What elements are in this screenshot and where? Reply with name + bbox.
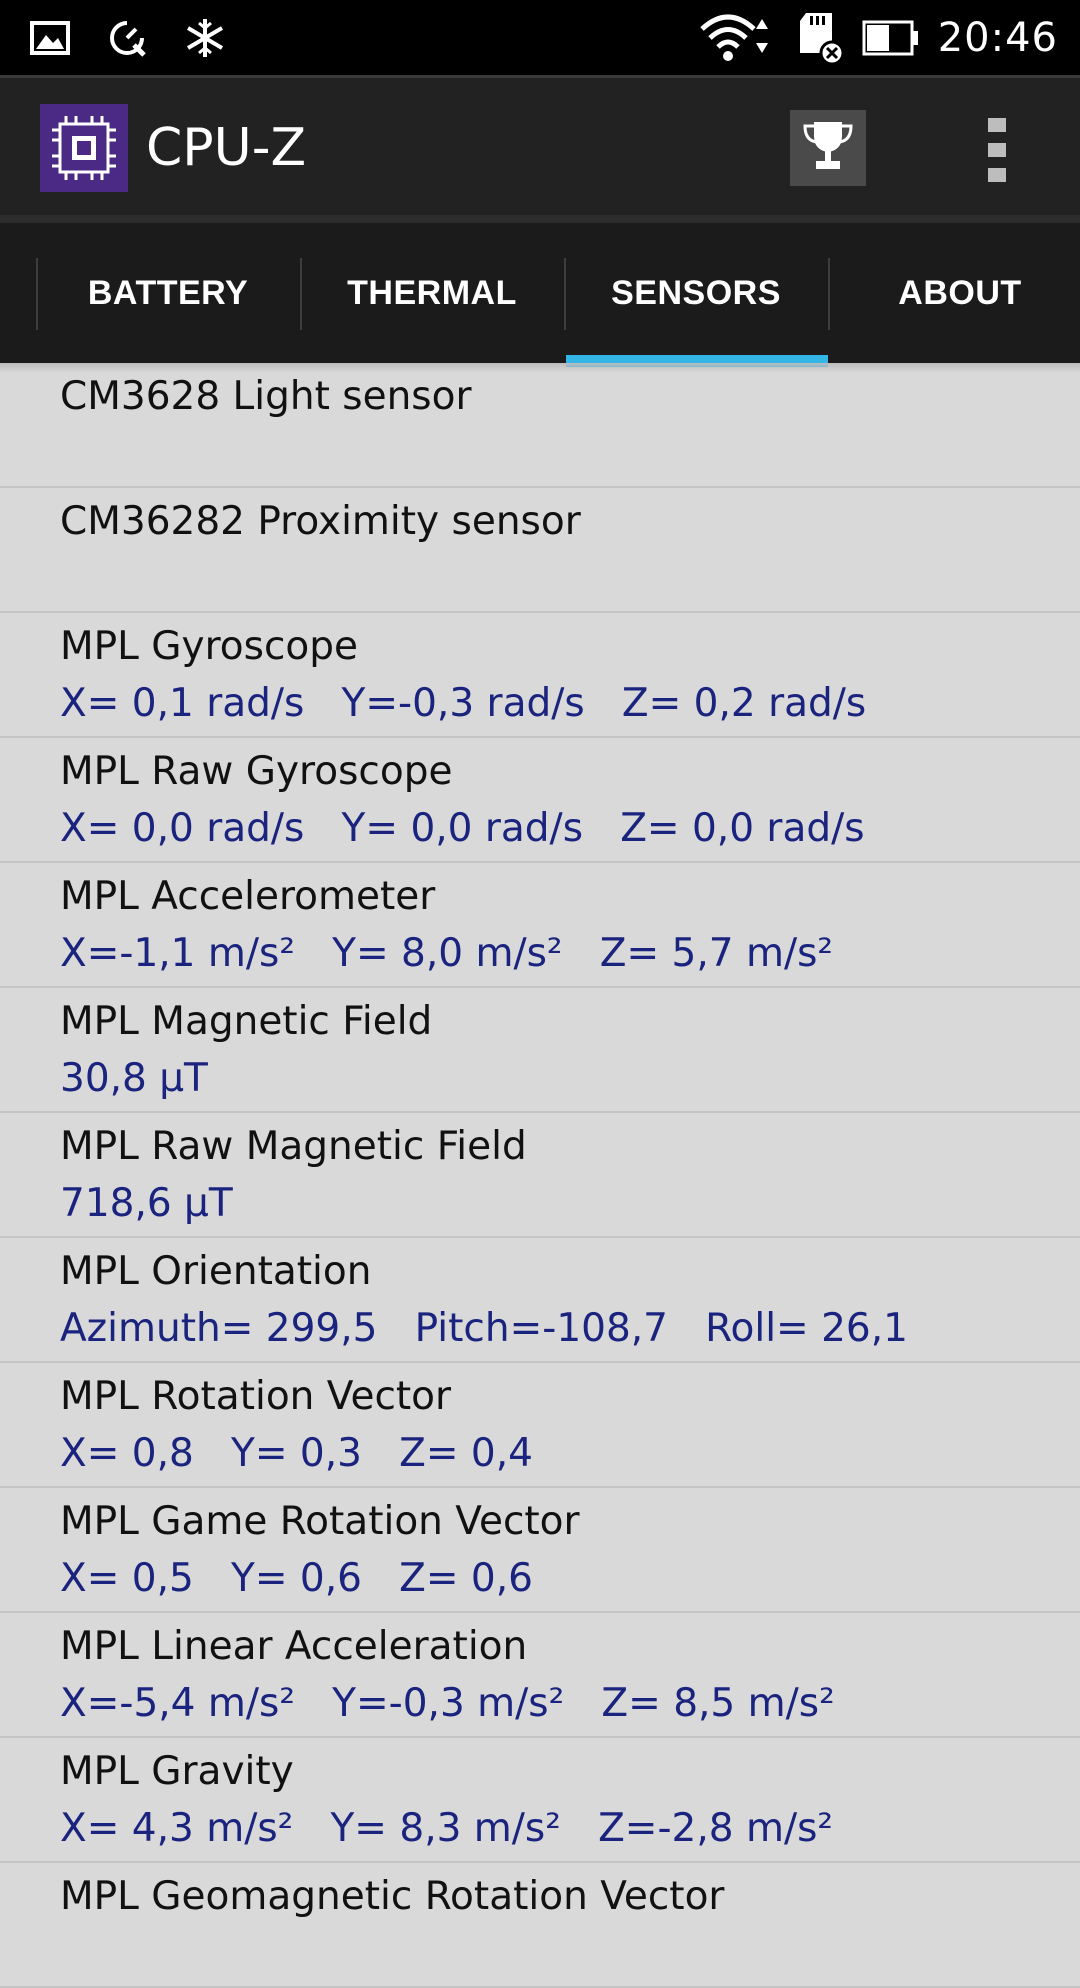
sensor-value: X= 0,8 Y= 0,3 Z= 0,4: [60, 1431, 533, 1476]
sensor-name: CM36282 Proximity sensor: [60, 499, 581, 544]
tab-thermal[interactable]: THERMAL: [300, 223, 564, 363]
sensor-name: MPL Linear Acceleration: [60, 1624, 528, 1669]
sensor-value: Azimuth= 299,5 Pitch=-108,7 Roll= 26,1: [60, 1306, 908, 1351]
tab-sensors[interactable]: SENSORS: [564, 223, 828, 363]
list-item: MPL Raw Gyroscope X= 0,0 rad/s Y= 0,0 ra…: [0, 738, 1080, 863]
snowflake-icon: [184, 17, 226, 59]
sensor-name: MPL Magnetic Field: [60, 999, 433, 1044]
speed-wrench-icon: [106, 17, 148, 59]
sensor-value: X= 0,0 rad/s Y= 0,0 rad/s Z= 0,0 rad/s: [60, 806, 865, 851]
list-item: MPL Gyroscope X= 0,1 rad/s Y=-0,3 rad/s …: [0, 613, 1080, 738]
sensor-name: MPL Raw Gyroscope: [60, 749, 453, 794]
sensor-value: 718,6 µT: [60, 1181, 233, 1226]
notification-icons: [30, 12, 226, 64]
sensor-value: [60, 1925, 1080, 1983]
list-item: MPL Accelerometer X=-1,1 m/s² Y= 8,0 m/s…: [0, 863, 1080, 988]
list-item: MPL Geomagnetic Rotation Vector: [0, 1863, 1080, 1988]
trophy-icon: [800, 118, 856, 178]
system-icons: 20:46: [698, 8, 1058, 68]
sensor-name: MPL Orientation: [60, 1249, 372, 1294]
sensor-value: [60, 550, 1080, 608]
list-item: CM3628 Light sensor: [0, 363, 1080, 488]
list-item: MPL Orientation Azimuth= 299,5 Pitch=-10…: [0, 1238, 1080, 1363]
list-item: MPL Raw Magnetic Field 718,6 µT: [0, 1113, 1080, 1238]
tab-bar: BATTERY THERMAL SENSORS ABOUT: [0, 215, 1080, 367]
sd-card-error-icon: [796, 11, 844, 65]
sensor-name: MPL Geomagnetic Rotation Vector: [60, 1874, 725, 1919]
sensor-value: X= 4,3 m/s² Y= 8,3 m/s² Z=-2,8 m/s²: [60, 1806, 834, 1851]
list-item: MPL Rotation Vector X= 0,8 Y= 0,3 Z= 0,4: [0, 1363, 1080, 1488]
sensor-value: X= 0,1 rad/s Y=-0,3 rad/s Z= 0,2 rad/s: [60, 681, 867, 726]
sensor-name: MPL Game Rotation Vector: [60, 1499, 580, 1544]
sensor-value: [60, 425, 1080, 483]
sensor-value: 30,8 µT: [60, 1056, 208, 1101]
wifi-icon: [698, 13, 778, 63]
tab-battery[interactable]: BATTERY: [36, 223, 300, 363]
gallery-icon: [30, 21, 70, 55]
list-item: MPL Magnetic Field 30,8 µT: [0, 988, 1080, 1113]
sensor-name: MPL Gyroscope: [60, 624, 359, 669]
sensor-name: MPL Raw Magnetic Field: [60, 1124, 527, 1169]
list-item: MPL Linear Acceleration X=-5,4 m/s² Y=-0…: [0, 1613, 1080, 1738]
trophy-button[interactable]: [790, 110, 866, 186]
sensor-name: CM3628 Light sensor: [60, 374, 472, 419]
app-title: CPU-Z: [146, 118, 307, 178]
clock: 20:46: [937, 15, 1058, 61]
tab-about[interactable]: ABOUT: [828, 223, 1080, 363]
overflow-menu-icon[interactable]: [980, 118, 1014, 182]
sensor-name: MPL Accelerometer: [60, 874, 436, 919]
battery-icon: [862, 20, 920, 56]
cpu-chip-icon: [40, 104, 128, 192]
list-item: MPL Game Rotation Vector X= 0,5 Y= 0,6 Z…: [0, 1488, 1080, 1613]
sensor-value: X= 0,5 Y= 0,6 Z= 0,6: [60, 1556, 533, 1601]
sensor-name: MPL Gravity: [60, 1749, 294, 1794]
sensor-value: X=-1,1 m/s² Y= 8,0 m/s² Z= 5,7 m/s²: [60, 931, 834, 976]
list-item: CM36282 Proximity sensor: [0, 488, 1080, 613]
status-bar: 20:46: [0, 0, 1080, 75]
sensor-value: X=-5,4 m/s² Y=-0,3 m/s² Z= 8,5 m/s²: [60, 1681, 835, 1726]
sensor-name: MPL Rotation Vector: [60, 1374, 452, 1419]
app-bar: CPU-Z: [0, 75, 1080, 215]
list-item: MPL Gravity X= 4,3 m/s² Y= 8,3 m/s² Z=-2…: [0, 1738, 1080, 1863]
sensor-list[interactable]: CM3628 Light sensor CM36282 Proximity se…: [0, 363, 1080, 1988]
